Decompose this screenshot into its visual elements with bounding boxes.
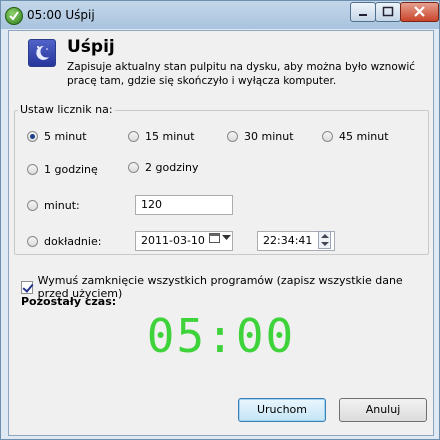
radio-label: 30 minut [244, 130, 294, 143]
radio-label: 1 godzinę [44, 163, 98, 176]
spin-up-icon[interactable] [321, 234, 329, 238]
radio-indicator [227, 131, 238, 142]
radio-2-hours[interactable]: 2 godziny [128, 161, 199, 174]
countdown-display: 05:00 [146, 309, 296, 363]
radio-label: 5 minut [44, 130, 87, 143]
page-description: Zapisuje aktualny stan pulpitu na dysku,… [67, 61, 416, 87]
dialog-body: Uśpij Zapisuje aktualny stan pulpitu na … [8, 30, 434, 436]
calendar-icon [209, 233, 220, 243]
radio-indicator [128, 162, 139, 173]
calendar-dropdown-button[interactable] [209, 230, 231, 246]
radio-indicator [128, 131, 139, 142]
radio-indicator [27, 131, 38, 142]
radio-15-minutes[interactable]: 15 minut [128, 130, 195, 143]
time-value: 22:34:41 [263, 234, 313, 247]
radio-1-hour[interactable]: 1 godzinę [27, 163, 98, 176]
maximize-button[interactable] [375, 2, 401, 22]
radio-indicator [27, 200, 38, 211]
title-bar[interactable]: 05:00 Uśpij [1, 1, 439, 29]
radio-indicator [27, 164, 38, 175]
group-legend: Ustaw licznik na: [18, 103, 115, 116]
remaining-time-label: Pozostały czas: [21, 295, 117, 308]
start-button[interactable]: Uruchom [238, 398, 326, 422]
radio-label: 45 minut [339, 130, 389, 143]
cancel-button[interactable]: Anuluj [339, 398, 427, 422]
chevron-down-icon [222, 235, 231, 240]
radio-label: 15 minut [145, 130, 195, 143]
radio-indicator [27, 236, 38, 247]
maximize-icon [382, 6, 394, 17]
radio-30-minutes[interactable]: 30 minut [227, 130, 294, 143]
minimize-button[interactable] [350, 2, 376, 22]
radio-indicator [322, 131, 333, 142]
app-logo-icon [5, 7, 23, 25]
spin-down-icon[interactable] [321, 242, 329, 246]
moon-stars-icon [28, 39, 56, 67]
radio-exact-time[interactable]: dokładnie: [27, 235, 101, 248]
radio-45-minutes[interactable]: 45 minut [322, 130, 389, 143]
close-button[interactable] [400, 2, 439, 22]
time-spinner[interactable] [318, 231, 331, 249]
force-close-checkbox[interactable] [21, 280, 33, 294]
close-icon [414, 6, 425, 17]
radio-label: minut: [44, 199, 80, 212]
radio-5-minutes[interactable]: 5 minut [27, 130, 87, 143]
radio-label: dokładnie: [44, 235, 102, 248]
window-title: 05:00 Uśpij [27, 8, 95, 22]
date-value: 2011-03-10 [141, 234, 205, 247]
page-title: Uśpij [67, 37, 115, 57]
minutes-input[interactable]: 120 [135, 195, 233, 215]
app-window: 05:00 Uśpij Uśpij Zapisuje aktualny stan… [0, 0, 440, 440]
minimize-icon [359, 14, 367, 16]
radio-label: 2 godziny [145, 161, 199, 174]
radio-custom-minutes[interactable]: minut: [27, 199, 80, 212]
